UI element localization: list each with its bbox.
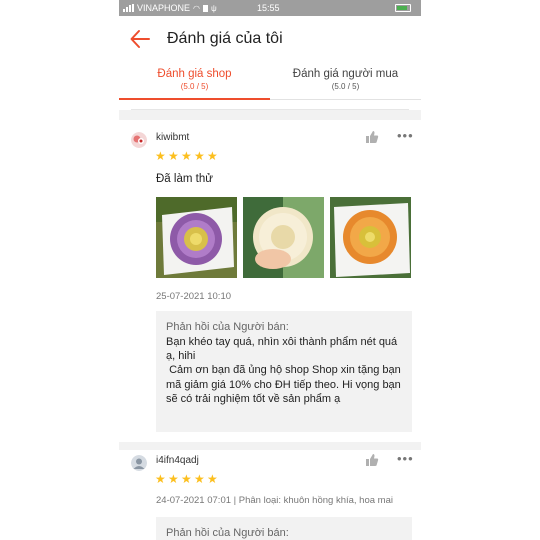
avatar[interactable]: [131, 455, 147, 471]
review-date-category: 24-07-2021 07:01 | Phân loại: khuôn hồng…: [156, 495, 393, 506]
reply-body: Bạn khéo tay quá, nhìn xôi thành phẩm né…: [166, 336, 401, 405]
reply-header: Phản hồi của Người bán:: [166, 321, 289, 333]
star-icon: ★: [194, 472, 205, 486]
star-icon: ★: [207, 472, 218, 486]
sim-icon: [203, 4, 208, 12]
tab-bar: Đánh giá shop (5.0 / 5) Đánh giá người m…: [119, 62, 421, 100]
divider: [119, 442, 421, 450]
usb-icon: ψ: [211, 3, 217, 13]
tab-buyer-reviews[interactable]: Đánh giá người mua (5.0 / 5): [270, 62, 421, 100]
review-date: 25-07-2021 10:10: [156, 291, 232, 302]
orange-mooncake-photo[interactable]: [330, 197, 411, 278]
star-rating: ★ ★ ★ ★ ★: [155, 150, 219, 162]
tab-score: (5.0 / 5): [180, 82, 209, 91]
arrow-left-icon[interactable]: [129, 28, 151, 50]
signal-icon: [123, 4, 134, 12]
more-options-icon[interactable]: •••: [397, 451, 414, 466]
clock: 15:55: [257, 3, 280, 13]
star-icon: ★: [168, 149, 179, 163]
thumbs-up-icon[interactable]: [365, 453, 379, 467]
carrier-name: VINAPHONE: [137, 3, 191, 13]
star-icon: ★: [194, 149, 205, 163]
purple-mooncake-photo[interactable]: [156, 197, 237, 278]
wifi-icon: ◠: [193, 3, 200, 13]
star-rating: ★ ★ ★ ★ ★: [155, 473, 219, 485]
review-card: i4ifn4qadj ••• ★ ★ ★ ★ ★ 24-07-2021 07:0…: [119, 450, 421, 540]
star-icon: ★: [155, 472, 166, 486]
reviewer-name: i4ifn4qadj: [156, 455, 199, 466]
tab-label: Đánh giá shop: [157, 68, 232, 80]
tab-label: Đánh giá người mua: [292, 68, 399, 80]
status-bar: VINAPHONE ◠ ψ 15:55: [119, 0, 421, 16]
tab-score: (5.0 / 5): [331, 82, 360, 91]
previous-review-bottom: [119, 100, 421, 110]
reply-header: Phản hồi của Người bán:: [166, 527, 289, 539]
seller-reply: Phản hồi của Người bán:: [156, 517, 412, 540]
phone-screen: VINAPHONE ◠ ψ 15:55 Đánh giá của tôi Đán…: [119, 0, 421, 540]
carrier-group: VINAPHONE ◠ ψ: [123, 3, 217, 13]
app-bar: Đánh giá của tôi: [119, 16, 421, 62]
more-options-icon[interactable]: •••: [397, 128, 414, 143]
star-icon: ★: [181, 149, 192, 163]
review-text: Đã làm thử: [156, 173, 213, 185]
star-icon: ★: [207, 149, 218, 163]
tab-shop-reviews[interactable]: Đánh giá shop (5.0 / 5): [119, 62, 270, 100]
thumbs-up-icon[interactable]: [365, 130, 379, 144]
reviewer-name: kiwibmt: [156, 132, 190, 143]
white-flower-mooncake-photo[interactable]: [243, 197, 324, 278]
seller-reply: Phản hồi của Người bán: Bạn khéo tay quá…: [156, 311, 412, 432]
review-card: kiwibmt ••• ★ ★ ★ ★ ★ Đã làm thử 25-07-2…: [119, 120, 421, 442]
star-icon: ★: [155, 149, 166, 163]
page-title: Đánh giá của tôi: [167, 30, 283, 47]
star-icon: ★: [168, 472, 179, 486]
star-icon: ★: [181, 472, 192, 486]
avatar[interactable]: [131, 132, 147, 148]
battery-icon: [395, 4, 411, 12]
